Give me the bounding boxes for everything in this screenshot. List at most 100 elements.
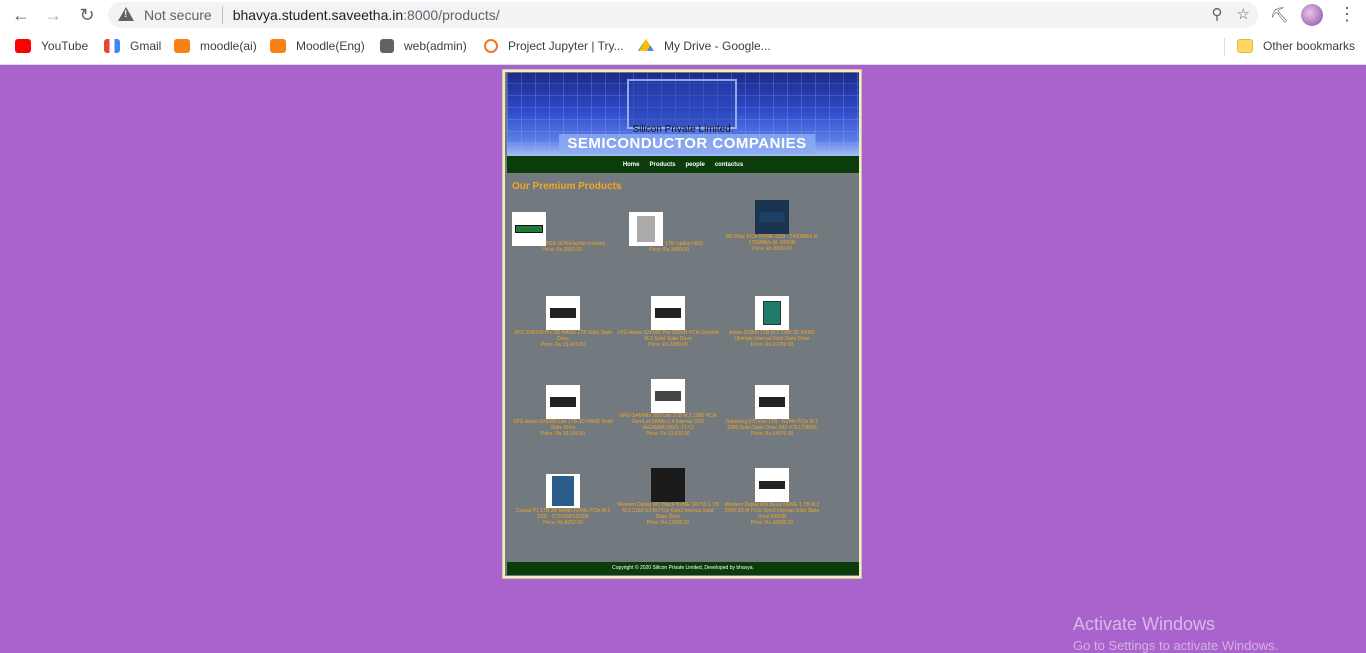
product-card[interactable]: XPG SX8200 Pro 3D NAND 1TB Solid State D… <box>511 296 615 348</box>
hdd-image <box>637 216 655 242</box>
product-card[interactable]: 8GB DDR4 laptop memory Price: Rs.2000.00 <box>510 212 614 253</box>
nav-people[interactable]: people <box>686 162 705 168</box>
nav-products[interactable]: Products <box>649 162 675 168</box>
bookmark-label: YouTube <box>41 39 89 53</box>
site-footer: Copyright © 2020 Silicon Private Limited… <box>507 562 859 575</box>
ssd-image <box>759 481 785 489</box>
section-heading: Our Premium Products <box>512 181 622 192</box>
product-image[interactable] <box>755 200 789 234</box>
extensions-puzzle-icon[interactable]: ⛏ <box>1270 6 1289 24</box>
other-bookmarks-label: Other bookmarks <box>1263 39 1356 53</box>
ssd-box-image <box>552 476 574 506</box>
bookmark-gmail[interactable]: Gmail <box>104 39 161 53</box>
product-image[interactable] <box>546 296 580 330</box>
product-image[interactable] <box>755 296 789 330</box>
product-name: Adata SU800 1TB M.2 2280 3D NAND Ultimat… <box>729 330 815 342</box>
product-image[interactable] <box>546 474 580 508</box>
product-name: XPG Adata SX6000 Pro 256GB PCIe Gen3x4 M… <box>617 330 719 342</box>
product-card[interactable]: Samsung 970 Evo 1TB - NVMe PCIe M.2 2280… <box>720 385 824 437</box>
site-banner: Silicon Private Limited. SEMICONDUCTOR C… <box>507 73 859 156</box>
address-bar[interactable]: Not secure bhavya.student.saveetha.in:80… <box>108 2 1258 28</box>
bookmark-moodle-eng[interactable]: Moodle(Eng) <box>270 39 365 53</box>
back-arrow-icon[interactable]: ← <box>10 4 32 26</box>
product-name: XPG SX8200 Pro 3D NAND 1TB Solid State D… <box>513 330 613 342</box>
product-card[interactable]: XPG Adata SX6000 Pro 256GB PCIe Gen3x4 M… <box>616 296 720 348</box>
product-price: Price: Rs.2000.00 <box>542 247 582 253</box>
product-card[interactable]: Western Digital WD Black NVME 1 TB M.2 2… <box>720 468 824 526</box>
bookmark-label: web(admin) <box>404 39 467 53</box>
other-bookmarks[interactable]: Other bookmarks <box>1237 39 1355 53</box>
profile-avatar[interactable] <box>1301 4 1323 26</box>
product-name: Western Digital WD Black NVME 1 TB M.2 2… <box>724 502 820 520</box>
product-image[interactable] <box>546 385 580 419</box>
gmail-icon <box>104 39 120 53</box>
folder-icon <box>1237 39 1253 53</box>
security-label[interactable]: Not secure <box>144 7 212 23</box>
product-image[interactable] <box>651 379 685 413</box>
banner-title: SEMICONDUCTOR COMPANIES <box>559 134 815 154</box>
product-image[interactable] <box>755 468 789 502</box>
bookmark-moodle-ai[interactable]: moodle(ai) <box>174 39 257 53</box>
ram-stick-image <box>515 225 543 233</box>
bookmark-web-admin[interactable]: web(admin) <box>380 39 467 53</box>
browser-toolbar: ← → ↻ Not secure bhavya.student.saveetha… <box>0 0 1366 30</box>
banner-chip-graphic <box>627 79 737 129</box>
nav-contactus[interactable]: contactus <box>715 162 743 168</box>
jupyter-icon <box>484 39 498 53</box>
bookmark-youtube[interactable]: YouTube <box>15 39 88 53</box>
zoom-icon[interactable]: ⚲ <box>1212 5 1223 23</box>
product-image[interactable] <box>651 468 685 502</box>
nav-home[interactable]: Home <box>623 162 640 168</box>
product-card[interactable]: 1TB Laptop HDD Price: Rs.3000.00 <box>617 212 721 253</box>
reload-icon[interactable]: ↻ <box>76 4 98 26</box>
activate-windows-subtitle: Go to Settings to activate Windows. <box>1073 638 1279 653</box>
omnibox-actions: ⚲ ☆ <box>1212 5 1250 23</box>
product-price: Price: Rs.10000.00 <box>750 520 794 526</box>
product-price: Price: Rs.3999.00 <box>648 342 688 348</box>
omnibox-divider <box>221 6 223 24</box>
ssd-image <box>651 468 685 502</box>
url-host: bhavya.student.saveetha.in <box>232 7 404 23</box>
bookmark-label: moodle(ai) <box>200 39 257 53</box>
product-price: Price: Rs.8252.00 <box>543 520 583 526</box>
bookmarks-bar: YouTube Gmail moodle(ai) Moodle(Eng) web… <box>0 30 1366 65</box>
kebab-menu-icon[interactable]: ⋮ <box>1338 4 1356 25</box>
ssd-image <box>759 212 785 222</box>
product-card[interactable]: XPG GAMMIX S50 Lite 1TB M.2 2280 PCIe Ge… <box>616 379 720 437</box>
ssd-image <box>763 301 781 325</box>
product-price: Price: Rs.10799.00 <box>750 342 794 348</box>
product-card[interactable]: WD Blue PCIe NVME SSD - 2400MB/s R, 1750… <box>720 200 824 252</box>
product-price: Price: Rs.15,416.00 <box>541 342 585 348</box>
url-path: :8000/products/ <box>403 7 500 23</box>
bookmark-label: Moodle(Eng) <box>296 39 365 53</box>
product-name: Crucial P1 1TB 3D NAND NVMe PCIe M.2 SSD… <box>515 508 611 520</box>
product-price: Price: Rs.12000.00 <box>646 520 690 526</box>
product-name: Samsung 970 Evo 1TB - NVMe PCIe M.2 2280… <box>726 419 818 431</box>
activate-windows-title: Activate Windows <box>1073 614 1216 634</box>
bookmark-jupyter[interactable]: Project Jupyter | Try... <box>484 39 624 53</box>
product-price: Price: Rs.13,600.00 <box>646 431 690 437</box>
product-price: Price: Rs.6500.00 <box>752 246 792 252</box>
product-price: Price: Rs.10,199.00 <box>541 431 585 437</box>
product-name: WD Blue PCIe NVME SSD - 2400MB/s R, 1750… <box>725 234 819 246</box>
product-image[interactable] <box>651 296 685 330</box>
bookmark-star-icon[interactable]: ☆ <box>1237 5 1250 23</box>
drive-icon <box>638 39 654 51</box>
bookmark-label: Gmail <box>130 39 162 53</box>
url-text[interactable]: bhavya.student.saveetha.in:8000/products… <box>233 7 500 23</box>
site-nav: Home Products people contactus <box>507 156 859 173</box>
product-card[interactable]: Crucial P1 1TB 3D NAND NVMe PCIe M.2 SSD… <box>511 474 615 526</box>
product-card[interactable]: Western Digital WD Black NVME SN750 1 TB… <box>616 468 720 526</box>
product-name: XPG GAMMIX S50 Lite 1TB M.2 2280 PCIe Ge… <box>619 413 717 431</box>
product-image[interactable] <box>755 385 789 419</box>
bookmark-drive[interactable]: My Drive - Google... <box>638 39 771 53</box>
bookmark-label: My Drive - Google... <box>664 39 771 53</box>
moodle-icon <box>174 39 190 53</box>
forward-arrow-icon[interactable]: → <box>42 4 64 26</box>
product-name: XPG Adata SX8200 Lite 1TB 3D NAND Solid … <box>513 419 613 431</box>
product-card[interactable]: XPG Adata SX8200 Lite 1TB 3D NAND Solid … <box>511 385 615 437</box>
ssd-image <box>655 391 681 401</box>
warning-icon[interactable] <box>118 7 134 23</box>
product-price: Price: Rs.3000.00 <box>649 247 689 253</box>
product-card[interactable]: Adata SU800 1TB M.2 2280 3D NAND Ultimat… <box>720 296 824 348</box>
